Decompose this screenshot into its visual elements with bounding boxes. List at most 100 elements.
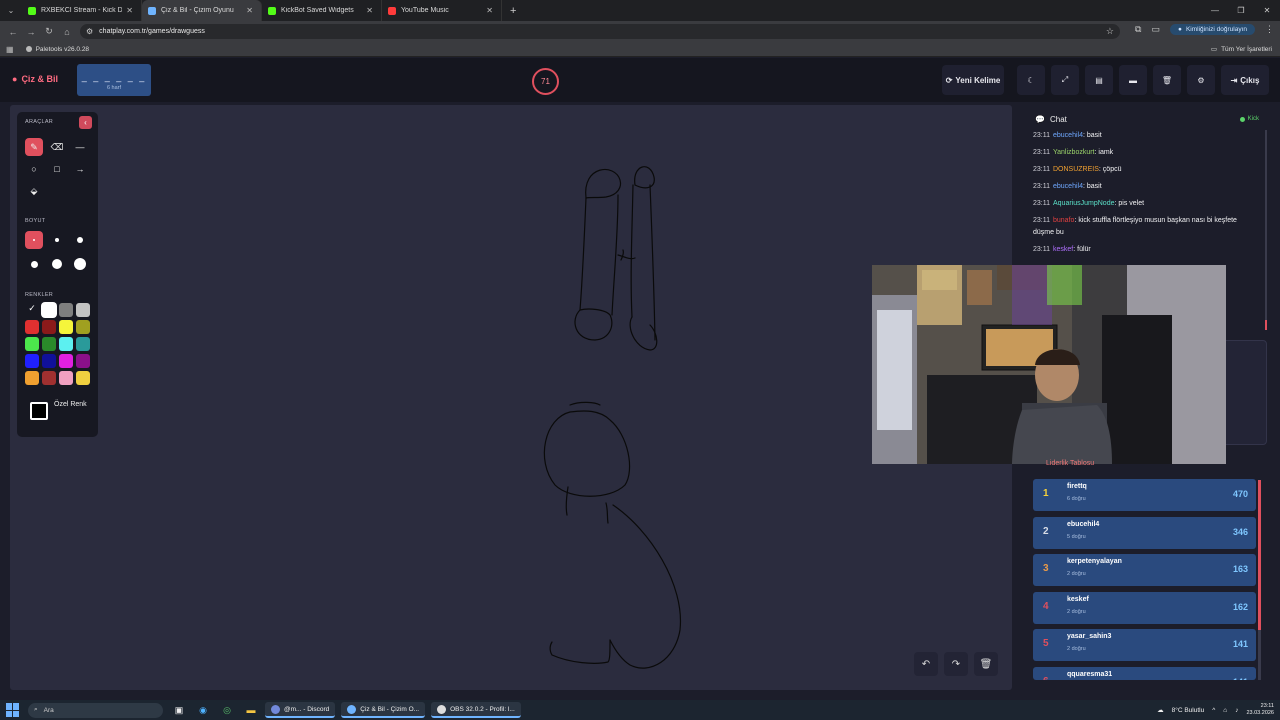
new-word-button[interactable]: ⟳ Yeni Kelime: [942, 65, 1004, 95]
rectangle-tool[interactable]: □: [48, 160, 66, 178]
size-option[interactable]: [48, 255, 66, 273]
close-tab-icon[interactable]: ✕: [366, 6, 373, 15]
color-swatch[interactable]: [42, 354, 56, 368]
color-swatch[interactable]: [76, 303, 90, 317]
chat-username[interactable]: ebucehil4: [1053, 132, 1083, 139]
settings-button[interactable]: ⚙: [1187, 65, 1215, 95]
size-option[interactable]: [71, 255, 89, 273]
back-icon[interactable]: ←: [4, 27, 22, 37]
size-option[interactable]: [25, 231, 43, 249]
color-swatch[interactable]: [59, 337, 73, 351]
size-option[interactable]: [25, 255, 43, 273]
undo-button[interactable]: ↶: [914, 652, 938, 676]
volume-icon[interactable]: ♪: [1235, 707, 1238, 714]
clear-canvas-button[interactable]: 🗑: [974, 652, 998, 676]
chat-username[interactable]: keskef: [1053, 246, 1073, 253]
custom-color-button[interactable]: [30, 402, 48, 420]
color-swatch[interactable]: ✓: [25, 303, 39, 317]
task-view-icon[interactable]: ▣: [171, 703, 187, 717]
clock[interactable]: 23:11 23.03.2026: [1246, 703, 1274, 717]
taskbar-app[interactable]: @m... - Discord: [265, 702, 336, 718]
color-swatch[interactable]: [42, 371, 56, 385]
extensions-icon[interactable]: ⧉: [1135, 24, 1141, 35]
archive-button[interactable]: ▬: [1119, 65, 1147, 95]
close-tab-icon[interactable]: ✕: [126, 6, 133, 15]
browser-tab[interactable]: Çiz & Bil - Çizim Oyunu ✕: [142, 0, 262, 21]
color-swatch[interactable]: [25, 320, 39, 334]
browser-tab[interactable]: YouTube Music ✕: [382, 0, 502, 21]
close-tab-icon[interactable]: ✕: [486, 6, 493, 15]
start-button[interactable]: [6, 703, 20, 717]
minimize-icon[interactable]: —: [1202, 6, 1228, 15]
color-swatch[interactable]: [59, 303, 73, 317]
browser-menu-icon[interactable]: ⋮: [1265, 24, 1274, 35]
chrome-icon[interactable]: ◎: [219, 703, 235, 717]
color-swatch[interactable]: [25, 354, 39, 368]
reload-icon[interactable]: ↻: [40, 26, 58, 37]
url-field[interactable]: ⚙ chatplay.com.tr/games/drawguess ☆: [80, 24, 1120, 39]
taskbar-search[interactable]: ⌕ Ara: [28, 702, 163, 718]
pen-tool[interactable]: ✎: [25, 138, 43, 156]
color-swatch[interactable]: [25, 371, 39, 385]
apps-grid-icon[interactable]: ▦: [6, 45, 14, 54]
color-swatch[interactable]: [59, 371, 73, 385]
redo-button[interactable]: ↷: [944, 652, 968, 676]
collapse-panel-button[interactable]: ‹: [79, 116, 92, 129]
bookmark-paletools[interactable]: Paletools v26.0.28: [25, 46, 89, 53]
color-swatch[interactable]: [25, 337, 39, 351]
taskbar-app[interactable]: OBS 32.0.2 - Profil: l...: [431, 702, 521, 718]
exit-button[interactable]: ⇥ Çıkış: [1221, 65, 1269, 95]
taskbar-app[interactable]: Çiz & Bil - Çizim O...: [341, 702, 426, 718]
delete-button[interactable]: 🗑: [1153, 65, 1181, 95]
size-option[interactable]: [48, 231, 66, 249]
close-window-icon[interactable]: ✕: [1254, 6, 1280, 15]
theme-toggle-button[interactable]: ☾: [1017, 65, 1045, 95]
browser-tab[interactable]: RXBEKCI Stream - Kick Dashbo ✕: [22, 0, 142, 21]
color-swatch[interactable]: [76, 337, 90, 351]
color-swatch[interactable]: [76, 320, 90, 334]
chat-username[interactable]: bunafo: [1053, 217, 1074, 224]
cast-icon[interactable]: ▭: [1151, 24, 1160, 35]
color-swatch[interactable]: [76, 354, 90, 368]
bookmark-star-icon[interactable]: ☆: [1106, 26, 1114, 37]
maximize-icon[interactable]: ❐: [1228, 6, 1254, 15]
chat-scrollbar[interactable]: [1265, 130, 1267, 330]
browser-tab[interactable]: KickBot Saved Widgets ✕: [262, 0, 382, 21]
line-tool[interactable]: —: [71, 138, 89, 156]
all-bookmarks-button[interactable]: ▭ Tüm Yer İşaretleri: [1211, 45, 1272, 54]
leaderboard-row: 6 qquaresma31 141: [1033, 667, 1256, 680]
tab-search-icon[interactable]: ⌄: [0, 0, 22, 21]
fill-tool[interactable]: ⬙: [25, 182, 43, 200]
eraser-tool[interactable]: ⌫: [48, 138, 66, 156]
circle-tool[interactable]: ○: [25, 160, 43, 178]
app-logo[interactable]: ● Çiz & Bil: [12, 74, 58, 84]
home-icon[interactable]: ⌂: [58, 27, 76, 37]
drawing-canvas[interactable]: ↶ ↷ 🗑: [10, 105, 1012, 690]
chat-username[interactable]: Yanlizbozkurt: [1053, 149, 1095, 156]
tray-chevron-icon[interactable]: ^: [1212, 707, 1215, 714]
color-swatch[interactable]: [42, 320, 56, 334]
color-swatch[interactable]: [42, 337, 56, 351]
network-icon[interactable]: ⌂: [1223, 707, 1227, 714]
verify-identity-button[interactable]: ● Kimliğinizi doğrulayın: [1170, 24, 1255, 35]
arrow-tool[interactable]: →: [71, 160, 89, 178]
size-section-label: BOYUT: [25, 218, 46, 224]
forward-icon[interactable]: →: [22, 27, 40, 37]
leaderboard-scrollbar[interactable]: [1258, 480, 1261, 680]
color-swatch[interactable]: [59, 320, 73, 334]
chat-username[interactable]: AquariusJumpNode: [1053, 200, 1114, 207]
chat-username[interactable]: DONSUZREIS: [1053, 166, 1099, 173]
weather-text: 8°C Bulutlu: [1171, 706, 1205, 714]
edge-icon[interactable]: ◉: [195, 703, 211, 717]
color-swatch[interactable]: [59, 354, 73, 368]
site-info-icon[interactable]: ⚙: [86, 27, 93, 36]
close-tab-icon[interactable]: ✕: [246, 6, 253, 15]
size-option[interactable]: [71, 231, 89, 249]
fullscreen-button[interactable]: ⤢: [1051, 65, 1079, 95]
color-swatch[interactable]: [42, 303, 56, 317]
chat-username[interactable]: ebucehil4: [1053, 183, 1083, 190]
color-swatch[interactable]: [76, 371, 90, 385]
new-tab-button[interactable]: +: [510, 5, 516, 17]
file-explorer-icon[interactable]: ▬: [243, 703, 259, 717]
layout-button[interactable]: ▤: [1085, 65, 1113, 95]
